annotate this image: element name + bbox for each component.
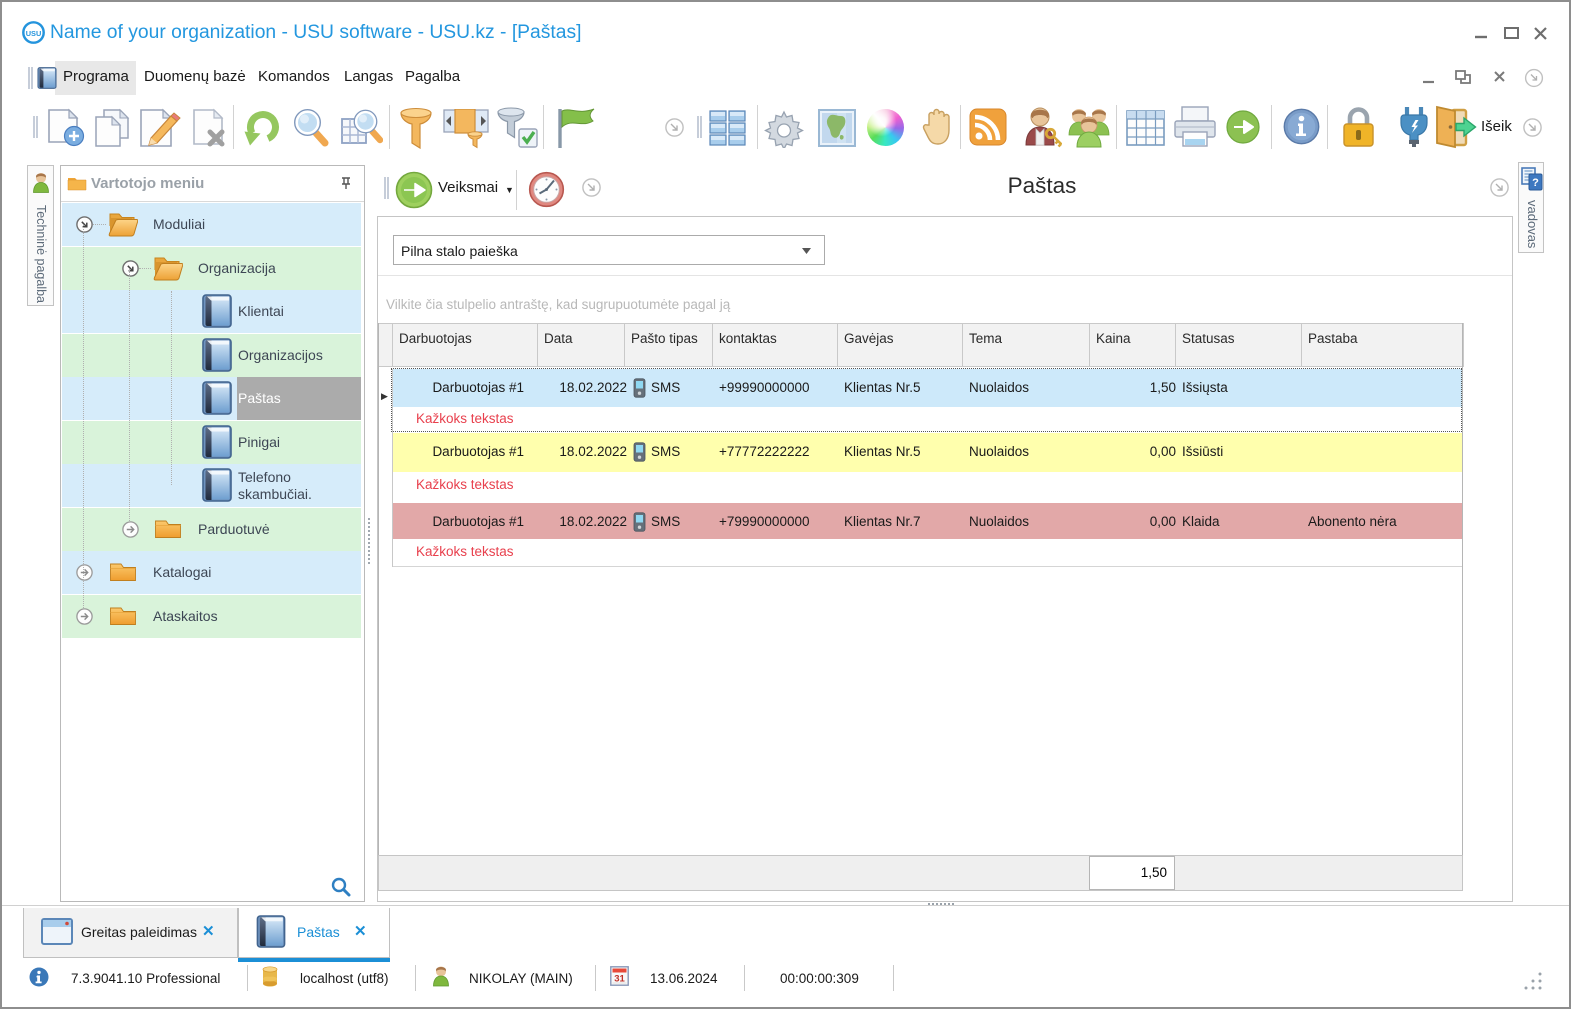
- svg-text:?: ?: [1532, 177, 1539, 189]
- svg-text:USU: USU: [26, 29, 42, 38]
